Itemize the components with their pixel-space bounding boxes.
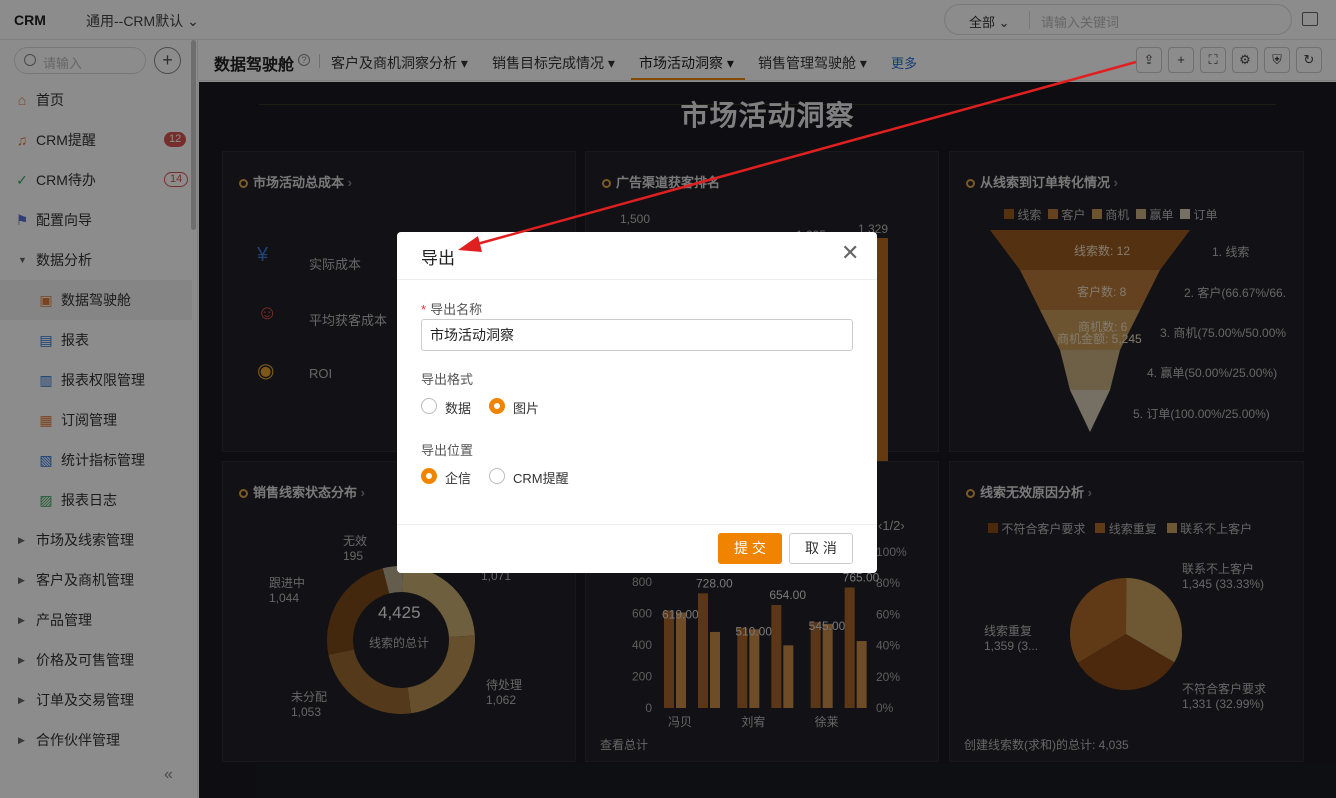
- dialog-title: 导出: [421, 249, 455, 268]
- export-dialog: 导出 ✕ * 导出名称 市场活动洞察 导出格式 数据 图片 导出位置 企信 CRM…: [397, 232, 877, 573]
- format-data-radio[interactable]: [421, 398, 437, 414]
- submit-button[interactable]: 提 交: [718, 533, 782, 564]
- dialog-header: 导出 ✕: [397, 232, 877, 280]
- format-data-label[interactable]: 数据: [445, 398, 471, 417]
- export-format-label: 导出格式: [421, 372, 474, 387]
- export-location-label: 导出位置: [421, 443, 474, 458]
- export-name-label: * 导出名称: [421, 299, 482, 318]
- close-icon[interactable]: ✕: [841, 242, 859, 264]
- location-crm-reminder-radio[interactable]: [489, 468, 505, 484]
- format-image-label[interactable]: 图片: [513, 398, 539, 417]
- format-image-radio[interactable]: [489, 398, 505, 414]
- required-mark: *: [421, 302, 427, 317]
- export-name-input[interactable]: 市场活动洞察: [421, 319, 853, 351]
- location-qixin-label[interactable]: 企信: [445, 468, 471, 487]
- location-crm-reminder-label[interactable]: CRM提醒: [513, 468, 569, 487]
- field-label-text: 导出名称: [430, 302, 483, 317]
- location-qixin-radio[interactable]: [421, 468, 437, 484]
- cancel-button[interactable]: 取 消: [789, 533, 853, 564]
- dialog-footer-divider: [397, 524, 877, 525]
